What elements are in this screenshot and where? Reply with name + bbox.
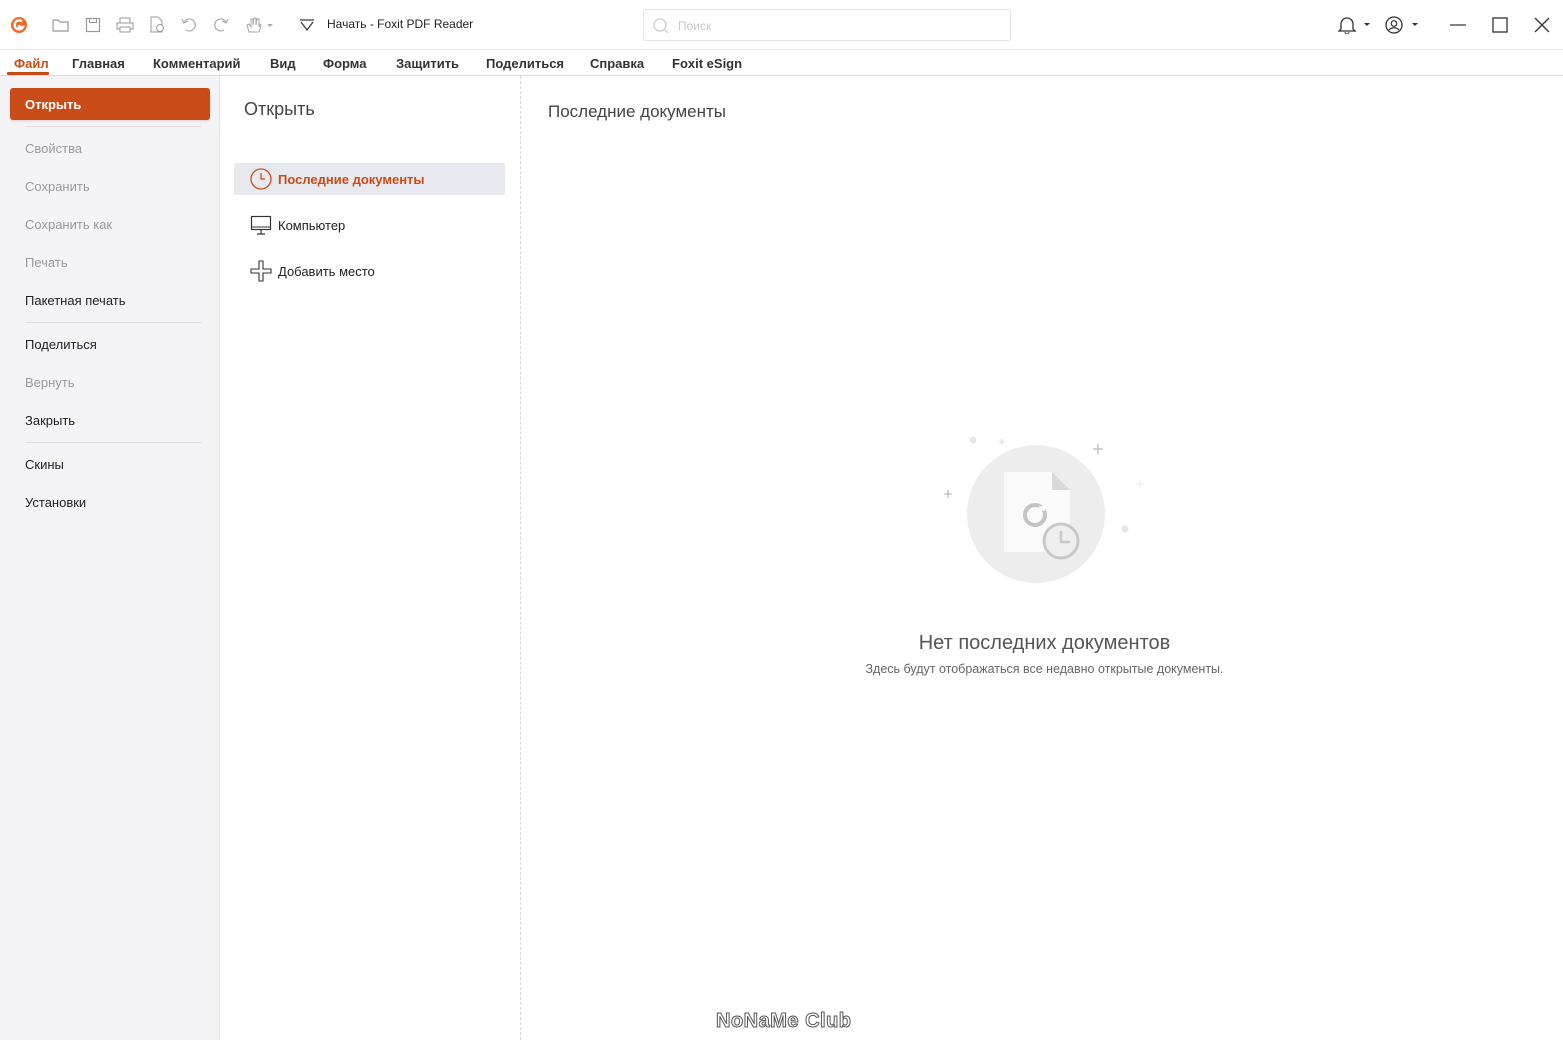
plus-icon [250,260,272,282]
monitor-icon [250,214,272,236]
ribbon-tabs: Файл Главная Комментарий Вид Форма Защит… [0,50,1563,76]
recent-documents-view: Последние документы Нет последних докуме… [522,76,1563,1040]
sidebar-item-print[interactable]: Печать [25,255,68,270]
empty-state-subtitle: Здесь будут отображаться все недавно отк… [865,662,1224,676]
location-label: Последние документы [278,172,425,187]
foxit-logo-icon[interactable] [8,14,30,36]
tab-share[interactable]: Поделиться [486,56,564,71]
save-icon[interactable] [82,14,104,36]
panel-title: Открыть [244,99,315,119]
location-recent-documents[interactable]: Последние документы [234,163,505,195]
file-sidebar: Открыть Свойства Сохранить Сохранить как… [0,76,220,1040]
location-label: Добавить место [278,264,375,279]
create-pdf-icon[interactable] [146,14,168,36]
window-title: Начать - Foxit PDF Reader [327,17,474,31]
location-label: Компьютер [278,218,346,233]
hand-tool-icon[interactable] [242,14,276,36]
tab-view[interactable]: Вид [270,56,296,71]
sidebar-divider [25,322,201,323]
location-add-place[interactable]: Добавить место [234,255,505,287]
sidebar-item-revert[interactable]: Вернуть [25,375,75,390]
sidebar-item-batch-print[interactable]: Пакетная печать [25,293,126,308]
search-input[interactable] [678,16,998,36]
empty-state-title: Нет последних документов [918,632,1171,654]
search-icon [652,17,670,40]
watermark: NoNaMe Club [716,1010,852,1033]
sidebar-item-save-as[interactable]: Сохранить как [25,217,112,232]
open-folder-icon[interactable] [50,14,72,36]
tab-foxit-esign[interactable]: Foxit eSign [672,56,742,71]
tab-comment[interactable]: Комментарий [153,56,241,71]
undo-icon[interactable] [178,14,200,36]
sidebar-item-preferences[interactable]: Установки [25,495,86,510]
empty-state-illustration [940,430,1150,600]
print-icon[interactable] [114,14,136,36]
sidebar-item-share[interactable]: Поделиться [25,337,97,352]
redo-icon[interactable] [210,14,232,36]
tab-protect[interactable]: Защитить [396,56,459,71]
minimize-icon[interactable] [1447,14,1469,36]
customize-toolbar-icon[interactable] [296,14,318,36]
sidebar-item-save[interactable]: Сохранить [25,179,90,194]
clock-icon [250,168,272,190]
tab-help[interactable]: Справка [590,56,644,71]
section-title: Последние документы [548,102,727,121]
close-icon[interactable] [1531,14,1553,36]
active-tab-indicator [7,72,49,75]
sidebar-divider [25,442,201,443]
search-box[interactable] [643,9,1011,41]
sidebar-item-skins[interactable]: Скины [25,457,64,472]
sidebar-item-properties[interactable]: Свойства [25,141,82,156]
location-computer[interactable]: Компьютер [234,209,505,241]
account-icon[interactable] [1384,14,1422,36]
tab-form[interactable]: Форма [323,56,366,71]
open-button[interactable]: Открыть [10,88,210,120]
bell-icon[interactable] [1336,14,1374,36]
sidebar-item-close[interactable]: Закрыть [25,413,75,428]
tab-home[interactable]: Главная [72,56,125,71]
maximize-icon[interactable] [1489,14,1511,36]
title-bar: Начать - Foxit PDF Reader [0,0,1563,50]
open-locations-panel: Открыть Последние документы Компьютер До… [220,76,521,1040]
sidebar-divider [25,126,201,127]
tab-file[interactable]: Файл [14,56,49,71]
